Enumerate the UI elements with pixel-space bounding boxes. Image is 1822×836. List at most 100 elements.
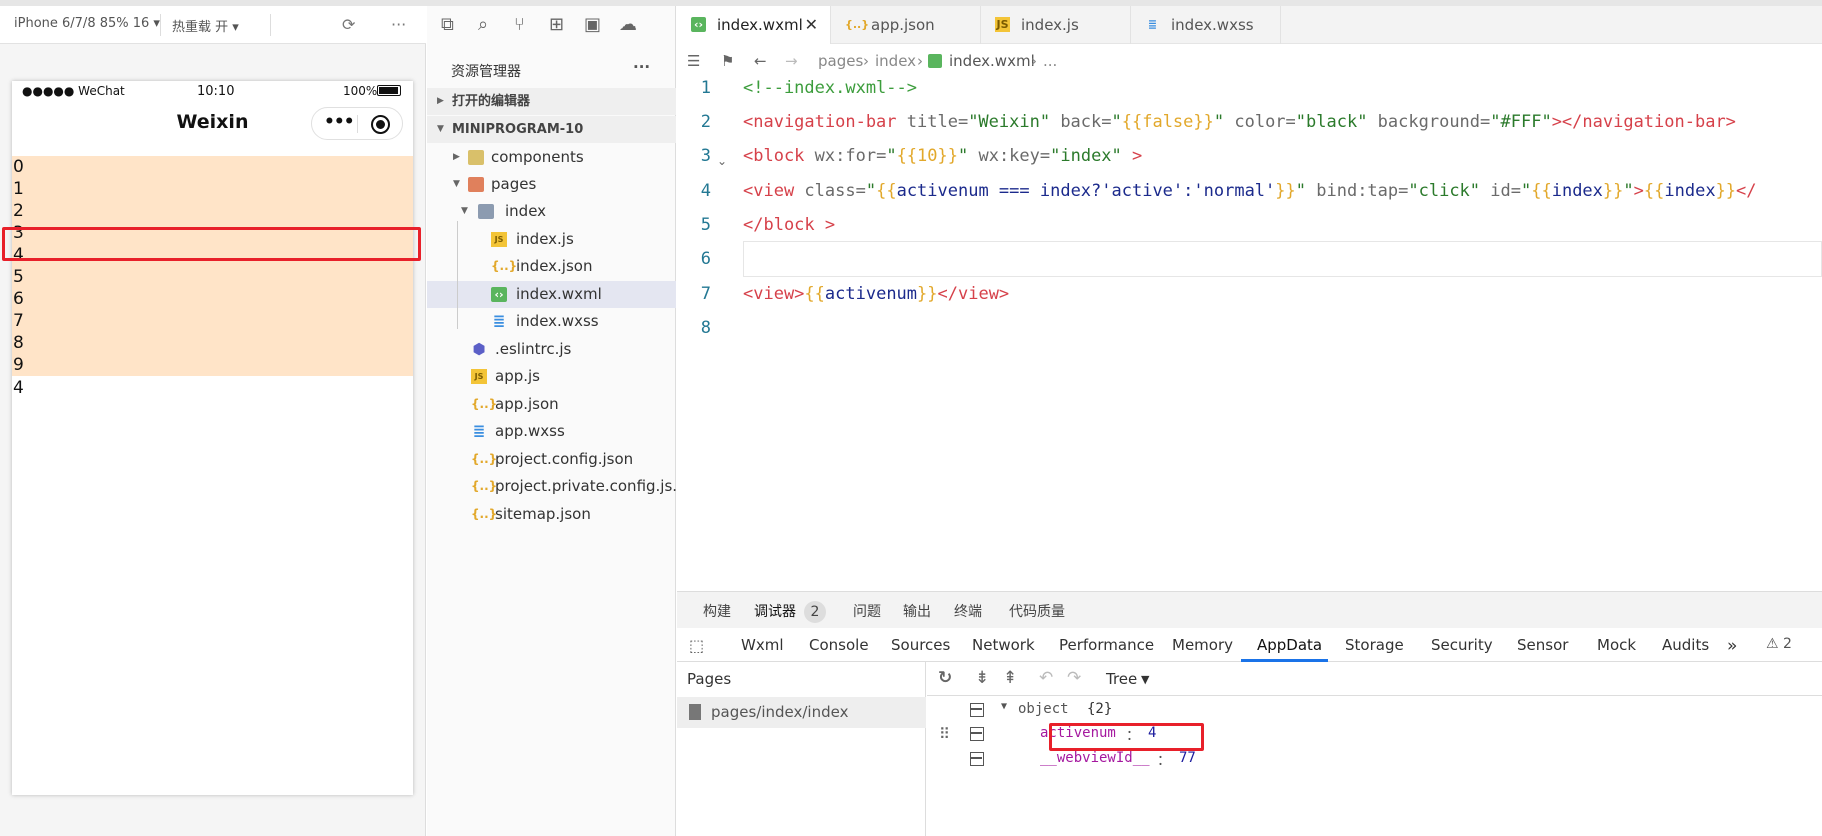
tab-sources[interactable]: Sources xyxy=(891,636,950,654)
list-item[interactable]: 7 xyxy=(12,310,413,332)
back-icon[interactable]: ← xyxy=(754,52,767,70)
tab-index-js[interactable]: JS index.js xyxy=(981,6,1131,44)
object-label: object xyxy=(1018,701,1069,717)
source-control-icon[interactable]: ⑂ xyxy=(514,14,525,35)
row-menu-icon[interactable] xyxy=(970,703,984,717)
list-item[interactable]: 1 xyxy=(12,178,413,200)
code-token: wx:for= xyxy=(814,146,887,166)
list-item[interactable]: 5 xyxy=(12,266,413,288)
tree-item-components[interactable]: ▶ components xyxy=(427,144,676,171)
capsule-menu[interactable]: ••• xyxy=(311,107,403,140)
tab-debugger[interactable]: 调试器 xyxy=(754,601,796,621)
drag-handle-icon[interactable]: ⠿ xyxy=(939,725,950,743)
project-section[interactable]: ▼ MINIPROGRAM-10 xyxy=(427,116,676,143)
tab-console[interactable]: Console xyxy=(809,636,869,654)
breadcrumb-item[interactable]: index xyxy=(875,52,916,70)
section-label: 打开的编辑器 xyxy=(452,94,531,109)
data-value[interactable]: 77 xyxy=(1179,750,1196,766)
collapse-all-icon[interactable]: ⇟ xyxy=(975,668,989,688)
refresh-icon[interactable]: ↻ xyxy=(938,668,952,688)
list-item[interactable]: 2 xyxy=(12,200,413,222)
inspect-element-icon[interactable]: ⬚ xyxy=(689,636,704,655)
tab-index-wxml[interactable]: ‹› index.wxml ✕ xyxy=(677,6,831,44)
tab-code-quality[interactable]: 代码质量 xyxy=(1009,601,1065,621)
tree-row-root[interactable]: ▼ object {2} xyxy=(927,698,1822,724)
warning-count[interactable]: ⚠ 2 xyxy=(1766,636,1792,652)
line-number: 2 xyxy=(700,112,711,132)
tree-item-index-wxml[interactable]: ‹› index.wxml xyxy=(427,281,676,308)
page-item[interactable]: pages/index/index xyxy=(677,697,926,728)
tab-output[interactable]: 输出 xyxy=(903,601,931,621)
fold-chevron-icon[interactable]: ⌄ xyxy=(717,154,727,168)
tab-appdata[interactable]: AppData xyxy=(1257,636,1322,654)
tree-item-index-folder[interactable]: ▼ index xyxy=(427,198,676,225)
tab-audits[interactable]: Audits xyxy=(1662,636,1709,654)
breadcrumb-item[interactable]: index.wxml xyxy=(949,52,1035,70)
tab-problems[interactable]: 问题 xyxy=(853,601,881,621)
tab-app-json[interactable]: {..} app.json xyxy=(831,6,981,44)
chevron-down-icon[interactable]: ▼ xyxy=(1141,673,1149,686)
expand-all-icon[interactable]: ⇞ xyxy=(1003,668,1017,688)
close-icon[interactable]: ✕ xyxy=(805,6,818,44)
tree-item-app-js[interactable]: JS app.js xyxy=(427,363,676,390)
explorer-icon[interactable]: ⧉ xyxy=(441,14,454,35)
extensions-icon[interactable]: ⊞ xyxy=(549,14,564,35)
chevron-down-icon[interactable]: ▼ xyxy=(1001,701,1007,712)
tab-index-wxss[interactable]: ≣ index.wxss xyxy=(1131,6,1281,44)
bottom-panel-tabs: 构建 调试器 2 问题 输出 终端 代码质量 xyxy=(677,592,1822,628)
more-icon[interactable]: ··· xyxy=(391,15,406,34)
tree-item-index-js[interactable]: JS index.js xyxy=(427,226,676,253)
menu-dots-icon[interactable]: ••• xyxy=(324,112,355,132)
breadcrumb-item[interactable]: pages xyxy=(818,52,863,70)
view-mode-select[interactable]: Tree xyxy=(1106,670,1137,688)
tab-terminal[interactable]: 终端 xyxy=(954,601,982,621)
close-miniprogram-icon[interactable] xyxy=(371,115,390,134)
docker-icon[interactable]: ☁ xyxy=(619,14,637,35)
object-count: {2} xyxy=(1087,701,1113,717)
tab-build[interactable]: 构建 xyxy=(703,601,731,621)
tree-item-index-wxss[interactable]: ≣ index.wxss xyxy=(427,308,676,335)
chevron-down-icon: ▼ xyxy=(461,206,468,216)
debug-panel-icon[interactable]: ▣ xyxy=(584,14,601,35)
tree-item-eslintrc[interactable]: ⬢ .eslintrc.js xyxy=(427,336,676,363)
explorer-more-icon[interactable]: ··· xyxy=(633,58,650,76)
chevron-right-icon: ▶ xyxy=(453,152,460,162)
hot-reload-select[interactable]: 热重载 开 ▾ xyxy=(172,16,239,35)
tab-sensor[interactable]: Sensor xyxy=(1517,636,1568,654)
undo-icon[interactable]: ↶ xyxy=(1039,668,1053,688)
tree-label: components xyxy=(491,148,584,166)
more-tabs-icon[interactable]: » xyxy=(1727,636,1737,656)
tab-performance[interactable]: Performance xyxy=(1059,636,1154,654)
list-item[interactable]: 6 xyxy=(12,288,413,310)
tree-item-project-private-config[interactable]: {..} project.private.config.js... xyxy=(427,473,676,500)
open-editors-section[interactable]: ▶ 打开的编辑器 xyxy=(427,88,676,115)
bookmark-icon[interactable]: ⚑ xyxy=(721,52,734,70)
tab-network[interactable]: Network xyxy=(972,636,1035,654)
tab-mock[interactable]: Mock xyxy=(1597,636,1636,654)
code-token: " xyxy=(957,146,969,166)
row-menu-icon[interactable] xyxy=(970,727,984,741)
list-item[interactable]: 9 xyxy=(12,354,413,376)
list-item[interactable]: 0 xyxy=(12,156,413,178)
tree-item-pages[interactable]: ▼ pages xyxy=(427,171,676,198)
tab-wxml[interactable]: Wxml xyxy=(741,636,784,654)
tree-item-project-config[interactable]: {..} project.config.json xyxy=(427,446,676,473)
json-file-icon: {..} xyxy=(471,507,498,521)
tree-item-index-json[interactable]: {..} index.json xyxy=(427,253,676,280)
tree-item-app-json[interactable]: {..} app.json xyxy=(427,391,676,418)
tree-item-sitemap[interactable]: {..} sitemap.json xyxy=(427,501,676,528)
redo-icon[interactable]: ↷ xyxy=(1067,668,1081,688)
tab-storage[interactable]: Storage xyxy=(1345,636,1404,654)
breadcrumb-item[interactable]: ... xyxy=(1043,52,1057,70)
search-icon[interactable]: ⌕ xyxy=(478,14,488,35)
forward-icon[interactable]: → xyxy=(785,52,798,70)
list-icon[interactable]: ☰ xyxy=(687,52,700,70)
tree-item-app-wxss[interactable]: ≣ app.wxss xyxy=(427,418,676,445)
device-select[interactable]: iPhone 6/7/8 85% 16 ▾ xyxy=(14,16,160,31)
list-item[interactable]: 8 xyxy=(12,332,413,354)
tab-memory[interactable]: Memory xyxy=(1172,636,1233,654)
tab-security[interactable]: Security xyxy=(1431,636,1493,654)
refresh-icon[interactable]: ⟳ xyxy=(342,15,355,34)
chevron-right-icon: › xyxy=(863,52,869,70)
row-menu-icon[interactable] xyxy=(970,752,984,766)
